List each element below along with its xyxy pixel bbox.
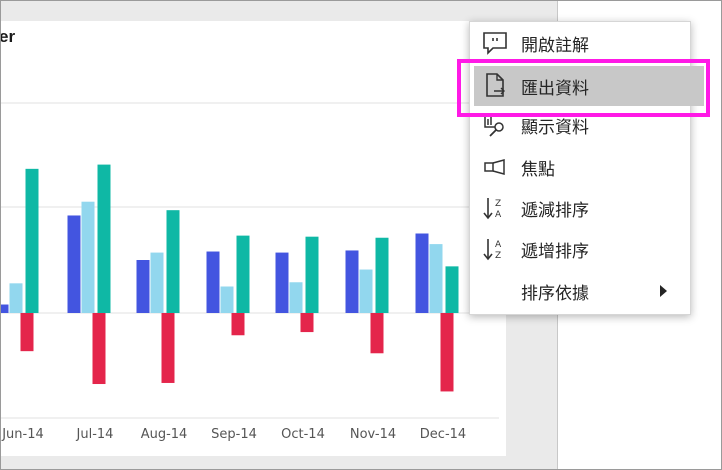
bar-oct-14[interactable] (275, 252, 289, 313)
bar-aug-14[interactable] (150, 252, 164, 313)
bar-oct-14[interactable] (289, 282, 303, 313)
menu-sort-ascending-item[interactable]: A Z 遞增排序 (470, 230, 690, 268)
bar-chart-visual[interactable]: Jun-14 Jul-14 Aug-14 Sep-14 Oct-14 Nov-14 Dec-… (1, 46, 506, 456)
x-tick-label: Jul-14 (76, 427, 114, 442)
bar-dec-14[interactable] (445, 266, 459, 313)
svg-text:Z: Z (495, 251, 501, 261)
chevron-right-icon (660, 285, 667, 297)
x-tick-label: Oct-14 (281, 427, 325, 442)
menu-spotlight-item[interactable]: 焦點 (470, 148, 690, 186)
spotlight-icon (482, 155, 508, 179)
bar-aug-14[interactable] (166, 210, 180, 313)
bar-jun-14[interactable] (20, 313, 34, 352)
bar-jul-14[interactable] (67, 215, 81, 313)
annotation-highlight-box (457, 59, 710, 117)
menu-item-label: 開啟註解 (521, 35, 589, 56)
app-window: er Jun-14 Jul-14 Aug-14 Sep-14 Oct-14 Nov-14 D… (0, 0, 722, 470)
bar-oct-14[interactable] (300, 313, 314, 333)
x-tick-label: Aug-14 (141, 427, 188, 442)
menu-item-label: 焦點 (521, 159, 555, 180)
bar-jun-14[interactable] (25, 168, 39, 313)
bar-jun-14[interactable] (9, 283, 23, 313)
bar-dec-14[interactable] (429, 244, 443, 313)
bar-jun-14[interactable] (1, 304, 9, 313)
visual-header (1, 21, 506, 49)
sort-ascending-icon: AZ (482, 237, 508, 261)
sort-descending-icon: ZA (482, 196, 508, 220)
menu-sort-by-item[interactable]: 排序依據 (470, 272, 690, 310)
bar-sep-14[interactable] (236, 235, 250, 313)
visual-title: er (0, 27, 16, 46)
menu-item-label: 遞減排序 (521, 200, 589, 221)
bar-nov-14[interactable] (345, 250, 359, 313)
bar-nov-14[interactable] (359, 269, 373, 313)
bar-jul-14[interactable] (92, 313, 106, 385)
bar-sep-14[interactable] (231, 313, 245, 336)
bar-aug-14[interactable] (161, 313, 175, 383)
bar-oct-14[interactable] (305, 236, 319, 313)
x-tick-label: Nov-14 (350, 427, 396, 442)
bar-dec-14[interactable] (440, 313, 454, 392)
svg-text:Z: Z (495, 199, 501, 209)
menu-open-comments-item[interactable]: 開啟註解 (470, 24, 690, 62)
menu-sort-descending-item[interactable]: Z A 遞減排序 (470, 189, 690, 227)
bar-nov-14[interactable] (375, 237, 389, 313)
menu-item-label: 排序依據 (521, 283, 589, 304)
svg-text:A: A (495, 240, 502, 250)
bar-jul-14[interactable] (81, 201, 95, 313)
comment-icon (482, 31, 508, 55)
bar-jul-14[interactable] (97, 164, 111, 313)
bar-nov-14[interactable] (370, 313, 384, 354)
bar-aug-14[interactable] (136, 260, 150, 313)
svg-text:A: A (495, 210, 502, 220)
bar-dec-14[interactable] (415, 233, 429, 314)
bar-chart: Jun-14 Jul-14 Aug-14 Sep-14 Oct-14 Nov-14 Dec-… (1, 102, 499, 442)
bar-sep-14[interactable] (206, 251, 220, 313)
x-tick-label: Sep-14 (211, 427, 257, 442)
x-tick-label: Jun-14 (1, 427, 44, 442)
bar-sep-14[interactable] (220, 286, 234, 314)
x-tick-label: Dec-14 (420, 427, 466, 442)
menu-item-label: 遞增排序 (521, 241, 589, 262)
